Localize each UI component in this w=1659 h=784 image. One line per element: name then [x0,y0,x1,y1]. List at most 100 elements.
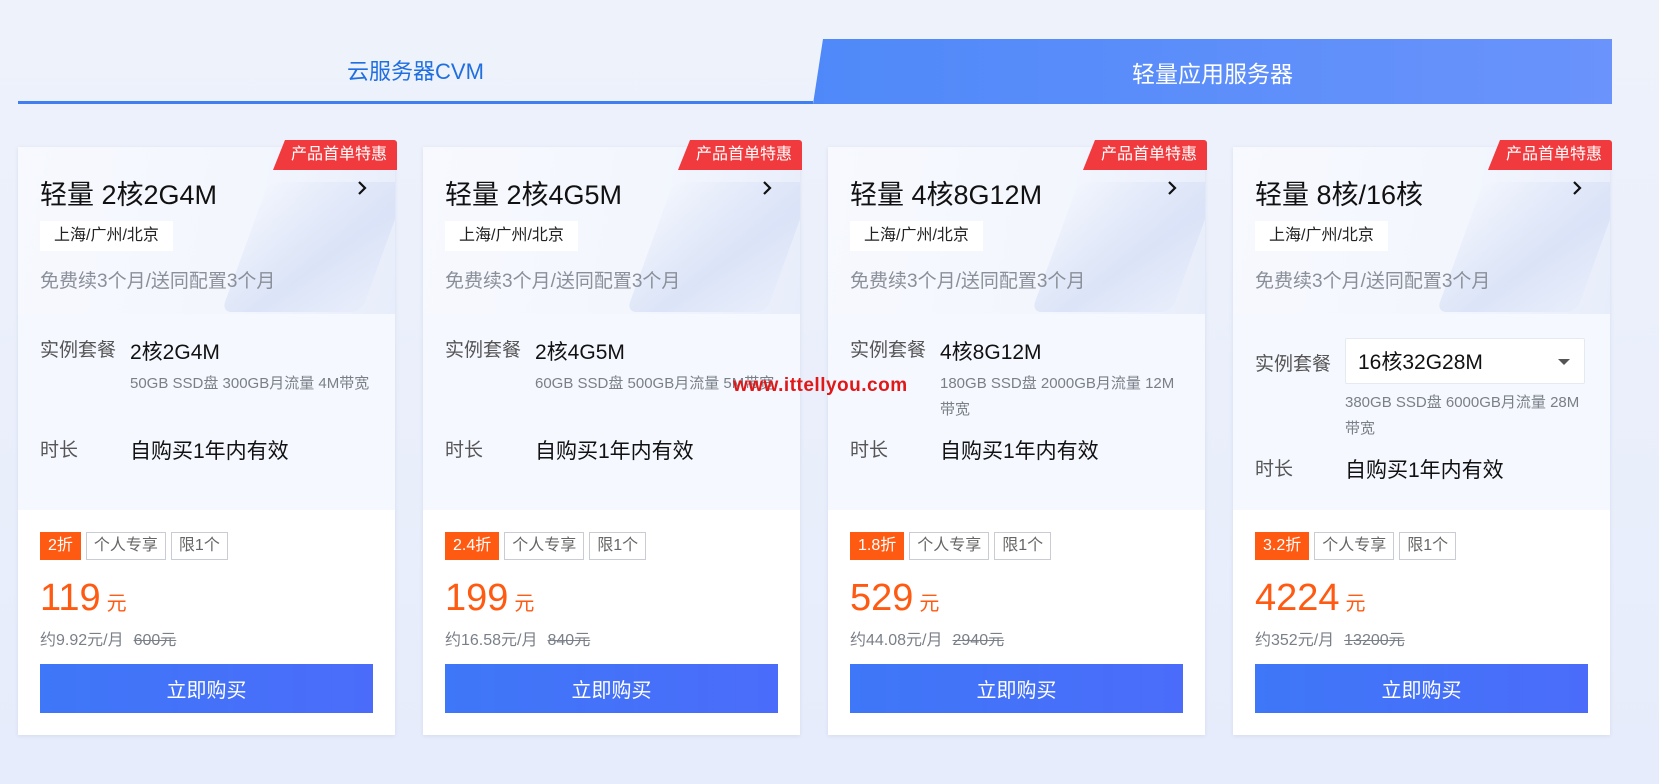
product-card: 轻量 2核2G4M 上海/广州/北京 免费续3个月/送同配置3个月 产品首单特惠… [18,140,397,735]
price: 119 元 [40,577,127,620]
price-unit: 元 [919,593,940,615]
buy-button[interactable]: 立即购买 [40,664,373,713]
monthly-price: 约9.92元/月 600元 [40,626,176,650]
monthly-price: 约352元/月 13200元 [1255,626,1405,650]
tag-row: 2折 个人专享 限1个 [40,532,228,560]
card-header: 轻量 4核8G12M 上海/广州/北京 免费续3个月/送同配置3个月 [828,147,1205,314]
limit-tag: 限1个 [1399,532,1457,560]
price: 4224 元 [1255,577,1366,620]
promo-ribbon: 产品首单特惠 [1487,140,1612,170]
original-price: 2940元 [952,632,1005,649]
promo-note: 免费续3个月/送同配置3个月 [445,271,681,292]
card-title[interactable]: 轻量 2核2G4M [40,173,217,212]
region-badge: 上海/广州/北京 [40,221,173,251]
limit-tag: 限1个 [170,532,228,560]
duration-value: 自购买1年内有效 [940,440,1099,463]
monthly-value: 约44.08元/月 [850,632,943,649]
duration-value: 自购买1年内有效 [535,440,694,463]
card-header: 轻量 8核/16核 上海/广州/北京 免费续3个月/送同配置3个月 [1233,147,1610,314]
product-card: 轻量 4核8G12M 上海/广州/北京 免费续3个月/送同配置3个月 产品首单特… [828,140,1207,735]
chevron-right-icon[interactable] [760,181,774,195]
buy-button[interactable]: 立即购买 [850,664,1183,713]
discount-badge: 3.2折 [1255,532,1310,560]
instance-select-value: 16核32G28M [1358,351,1483,374]
region-badge: 上海/广州/北京 [1255,221,1388,251]
personal-tag: 个人专享 [909,532,990,560]
instance-label: 实例套餐 [445,340,522,361]
price-value: 119 [40,577,101,619]
price: 529 元 [850,577,939,620]
instance-value: 4核8G12M [940,341,1042,364]
price-unit: 元 [514,593,535,615]
instance-spec: 180GB SSD盘 2000GB月流量 12M带宽 [940,375,1175,418]
limit-tag: 限1个 [589,532,647,560]
product-card: 轻量 8核/16核 上海/广州/北京 免费续3个月/送同配置3个月 产品首单特惠… [1233,140,1612,735]
chevron-right-icon[interactable] [355,181,369,195]
monthly-price: 约44.08元/月 2940元 [850,626,1004,650]
buy-button[interactable]: 立即购买 [445,664,778,713]
personal-tag: 个人专享 [85,532,166,560]
monthly-value: 约9.92元/月 [40,632,124,649]
card-header: 轻量 2核4G5M 上海/广州/北京 免费续3个月/送同配置3个月 [423,147,800,314]
promo-note: 免费续3个月/送同配置3个月 [1255,271,1491,292]
limit-tag: 限1个 [994,532,1052,560]
card-config: 实例套餐 4核8G12M 180GB SSD盘 2000GB月流量 12M带宽 … [828,314,1205,510]
monthly-value: 约352元/月 [1255,632,1335,649]
promo-ribbon: 产品首单特惠 [1082,140,1207,170]
price-unit: 元 [106,593,127,615]
card-config: 实例套餐 2核2G4M 50GB SSD盘 300GB月流量 4M带宽 时长 自… [18,314,395,510]
original-price: 840元 [547,632,591,649]
discount-badge: 2折 [40,532,81,560]
discount-badge: 1.8折 [850,532,905,560]
personal-tag: 个人专享 [1314,532,1395,560]
card-config: 实例套餐 16核32G28M 380GB SSD盘 6000GB月流量 28M带… [1233,314,1610,510]
original-price: 13200元 [1344,632,1405,649]
instance-select[interactable]: 16核32G28M [1345,338,1585,384]
monthly-price: 约16.58元/月 840元 [445,626,590,650]
caret-down-icon [1558,359,1570,365]
duration-label: 时长 [1255,459,1294,480]
promo-ribbon: 产品首单特惠 [677,140,802,170]
price-value: 4224 [1255,577,1340,619]
monthly-value: 约16.58元/月 [445,632,538,649]
promo-ribbon: 产品首单特惠 [272,140,397,170]
card-title[interactable]: 轻量 4核8G12M [850,173,1042,212]
region-badge: 上海/广州/北京 [850,221,983,251]
duration-label: 时长 [850,440,889,461]
tab-cvm[interactable]: 云服务器CVM [18,39,813,104]
price-unit: 元 [1345,593,1366,615]
tag-row: 3.2折 个人专享 限1个 [1255,532,1457,560]
instance-value: 2核2G4M [130,341,220,364]
instance-spec: 380GB SSD盘 6000GB月流量 28M带宽 [1345,394,1580,437]
duration-value: 自购买1年内有效 [1345,459,1504,482]
region-badge: 上海/广州/北京 [445,221,578,251]
tab-lighthouse[interactable]: 轻量应用服务器 [813,39,1612,104]
instance-label: 实例套餐 [40,340,117,361]
duration-label: 时长 [40,440,79,461]
discount-badge: 2.4折 [445,532,500,560]
original-price: 600元 [133,632,177,649]
promo-note: 免费续3个月/送同配置3个月 [850,271,1086,292]
watermark-text: www.ittellyou.com [733,375,908,396]
duration-label: 时长 [445,440,484,461]
product-tabs: 云服务器CVM 轻量应用服务器 [18,39,1612,104]
chevron-right-icon[interactable] [1165,181,1179,195]
personal-tag: 个人专享 [504,532,585,560]
instance-spec: 50GB SSD盘 300GB月流量 4M带宽 [130,375,370,392]
card-config: 实例套餐 2核4G5M 60GB SSD盘 500GB月流量 5M带宽 时长 自… [423,314,800,510]
tag-row: 2.4折 个人专享 限1个 [445,532,647,560]
card-title[interactable]: 轻量 8核/16核 [1255,173,1423,212]
instance-label: 实例套餐 [1255,354,1332,375]
price: 199 元 [445,577,534,620]
promo-note: 免费续3个月/送同配置3个月 [40,271,276,292]
card-title[interactable]: 轻量 2核4G5M [445,173,622,212]
tag-row: 1.8折 个人专享 限1个 [850,532,1052,560]
price-value: 529 [850,577,914,619]
buy-button[interactable]: 立即购买 [1255,664,1588,713]
chevron-right-icon[interactable] [1570,181,1584,195]
card-header: 轻量 2核2G4M 上海/广州/北京 免费续3个月/送同配置3个月 [18,147,395,314]
product-card: 轻量 2核4G5M 上海/广州/北京 免费续3个月/送同配置3个月 产品首单特惠… [423,140,802,735]
duration-value: 自购买1年内有效 [130,440,289,463]
instance-label: 实例套餐 [850,340,927,361]
instance-value: 2核4G5M [535,341,625,364]
